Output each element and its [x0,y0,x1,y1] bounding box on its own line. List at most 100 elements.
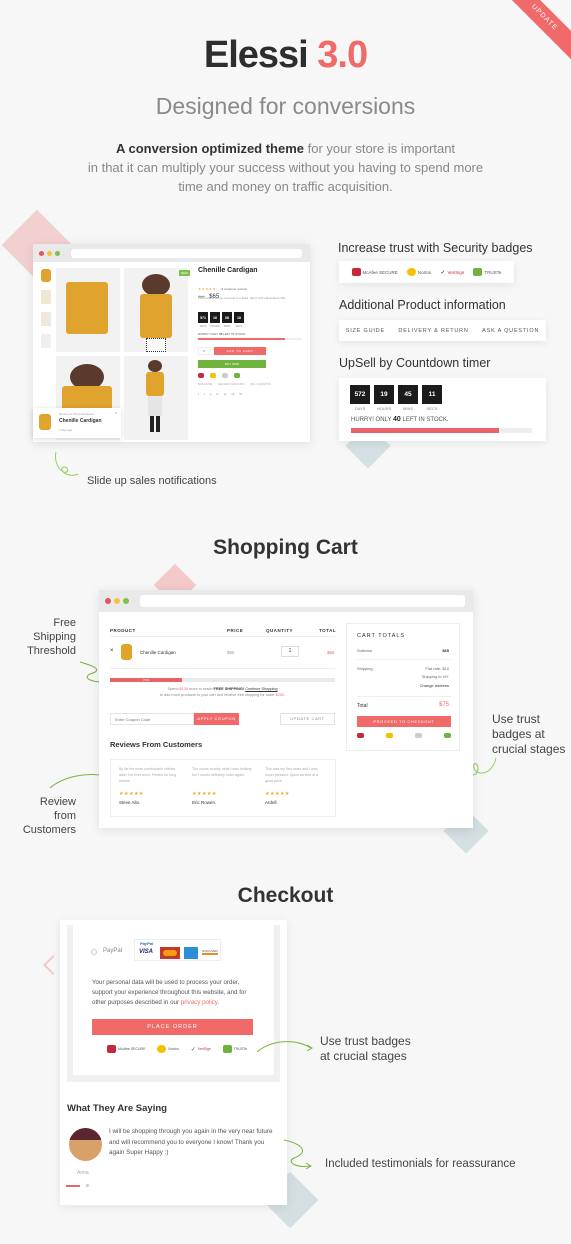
countdown-value: 08 [222,312,232,323]
progress-label: 70% [142,678,149,682]
countdown-unit: 08 MINS [222,312,232,328]
review-stars: ★★★★★ [119,791,144,797]
truste-icon [222,1045,232,1053]
page-title: Elessi 3.0 [0,34,571,77]
proceed-to-checkout-button[interactable]: PROCEED TO CHECKOUT [357,716,451,727]
norton-icon [210,373,216,378]
checkout-trust-badges: McAfee SECURE Norton ✓ VeriSign TRUSTe [107,1045,247,1053]
change-address-link[interactable]: Change address [420,683,449,688]
annot-line: Customers [22,824,76,836]
intro-rest: for your store is important [304,141,456,156]
paypal-radio[interactable] [91,949,97,955]
stock-progress-bar [351,428,532,433]
countdown-label: SECS [235,325,243,328]
address-bar[interactable] [140,595,465,607]
product-links: SIZE GUIDE DELIVERY & RETURN ASK A QUESTIO… [198,383,271,386]
size-guide-link[interactable]: SIZE GUIDE [346,328,385,334]
badge-label: TRUSTe [484,269,502,275]
product-link[interactable]: SIZE GUIDE [198,383,212,386]
annot-line: badges at [492,727,545,741]
annot-line: crucial stages [492,742,566,756]
product-link[interactable]: ASK A QUESTION [250,383,271,386]
vk-icon[interactable]: vk [231,392,234,396]
buy-now-button[interactable]: BUY NOW [198,360,266,368]
badge-label: TRUSTe [233,1047,247,1051]
thumbnail[interactable] [41,290,51,304]
visa-icon: VISA [139,949,154,955]
product-stock-bar [198,338,302,340]
spend-line2: to add more products to your cart and re… [159,692,275,697]
intro-bold: A conversion optimized theme [115,141,305,156]
badge-truste: TRUSTe [473,268,501,276]
close-dot-icon [39,250,44,256]
browser-bar [33,244,310,262]
testimonials-annotation: Included testimonials for reassurance [325,1158,516,1170]
cart-item-qty[interactable]: 1 [281,646,299,657]
countdown-label: DAYS [354,406,366,411]
spend-mid: more to reach [189,687,213,691]
product-name: Chenille Cardigan [198,267,258,274]
share-icons: t f p in ◎ vk ✉ [198,392,242,396]
paypal-label: PayPal [103,948,123,954]
review-text: By far the most comfortable clothes labe… [119,767,177,783]
countdown-label: MINS [223,325,231,328]
countdown-label: SECS [426,406,438,411]
delivery-return-link[interactable]: DELIVERY & RETURN [398,328,468,334]
minimize-dot-icon [114,598,120,604]
shipping-label: Shipping [357,666,373,671]
col-price: PRICE [227,628,244,633]
remove-item-icon[interactable]: × [110,648,114,654]
linkedin-icon[interactable]: in [216,392,218,396]
apply-coupon-button[interactable]: APPLY COUPON [194,713,239,725]
badge-label: Norton [417,269,432,275]
badge-mcafee: McAfee SECURE [351,268,398,276]
testimonial-text: I will be shopping through you again in … [109,1128,273,1156]
instagram-icon[interactable]: ◎ [224,392,227,396]
review-author: Steve Allo. [119,800,141,805]
qty-input[interactable]: 1 [198,347,210,355]
twitter-icon[interactable]: t [198,392,199,396]
annot-line: at crucial stages [320,1049,407,1063]
checkout-title: Checkout [237,884,334,907]
badge-label: McAfee SECURE [362,269,398,275]
review-text: The colors exactly what I was looking fo… [192,767,252,777]
notification-thumbnail [39,414,51,430]
continue-shopping-link[interactable]: Continue Shopping [245,687,277,691]
address-bar[interactable] [71,248,302,258]
product-link[interactable]: DELIVERY & RETURN [218,383,244,386]
slider-dot-active[interactable] [66,1185,80,1187]
coupon-input[interactable] [110,713,194,725]
countdown-card: 572 DAYS 19 HOURS 45 MINS 11 SECS HURRY! ONLY 4… [339,378,546,441]
product-image[interactable] [124,268,188,352]
place-order-button[interactable]: PLACE ORDER [92,1019,253,1035]
sales-notification-popup[interactable]: Tommy in US purchased a Chenille Cardiga… [33,408,121,438]
countdown-unit: 18 SECS [234,312,244,328]
ask-question-link[interactable]: ASK A QUESTION [482,328,539,334]
truste-icon [444,733,451,738]
privacy-policy-link[interactable]: privacy policy. [181,999,219,1006]
badge-mcafee: McAfee SECURE [107,1045,145,1053]
product-image[interactable] [124,356,188,440]
cart-item-name[interactable]: Chenille Cardigan [140,650,176,655]
annot-line: Review [39,796,76,808]
intro-line-2: in that it can multiply your success wit… [87,160,484,175]
slider-dot[interactable] [86,1184,89,1187]
email-icon[interactable]: ✉ [239,392,242,396]
update-cart-button[interactable]: UPDATE CART [280,713,335,725]
review-stars: ★★★★★ [192,791,217,797]
add-to-cart-button[interactable]: ADD TO CART [214,347,266,355]
product-image[interactable] [56,268,120,352]
review-count[interactable]: (1 customer review) [221,287,247,291]
thumbnail[interactable] [41,334,51,348]
thumbnail[interactable] [41,312,51,326]
facebook-icon[interactable]: f [204,392,205,396]
close-icon[interactable]: × [115,410,117,415]
shipping-to: Shipping to NY. [421,674,449,679]
norton-icon [386,733,393,738]
col-quantity: QUANTITY [266,628,293,633]
thumbnail[interactable] [41,269,51,282]
annotation-arrow [283,1139,312,1170]
title-main: Elessi [203,34,309,76]
pinterest-icon[interactable]: p [210,392,212,396]
notification-product[interactable]: Chenille Cardigan [59,418,102,424]
